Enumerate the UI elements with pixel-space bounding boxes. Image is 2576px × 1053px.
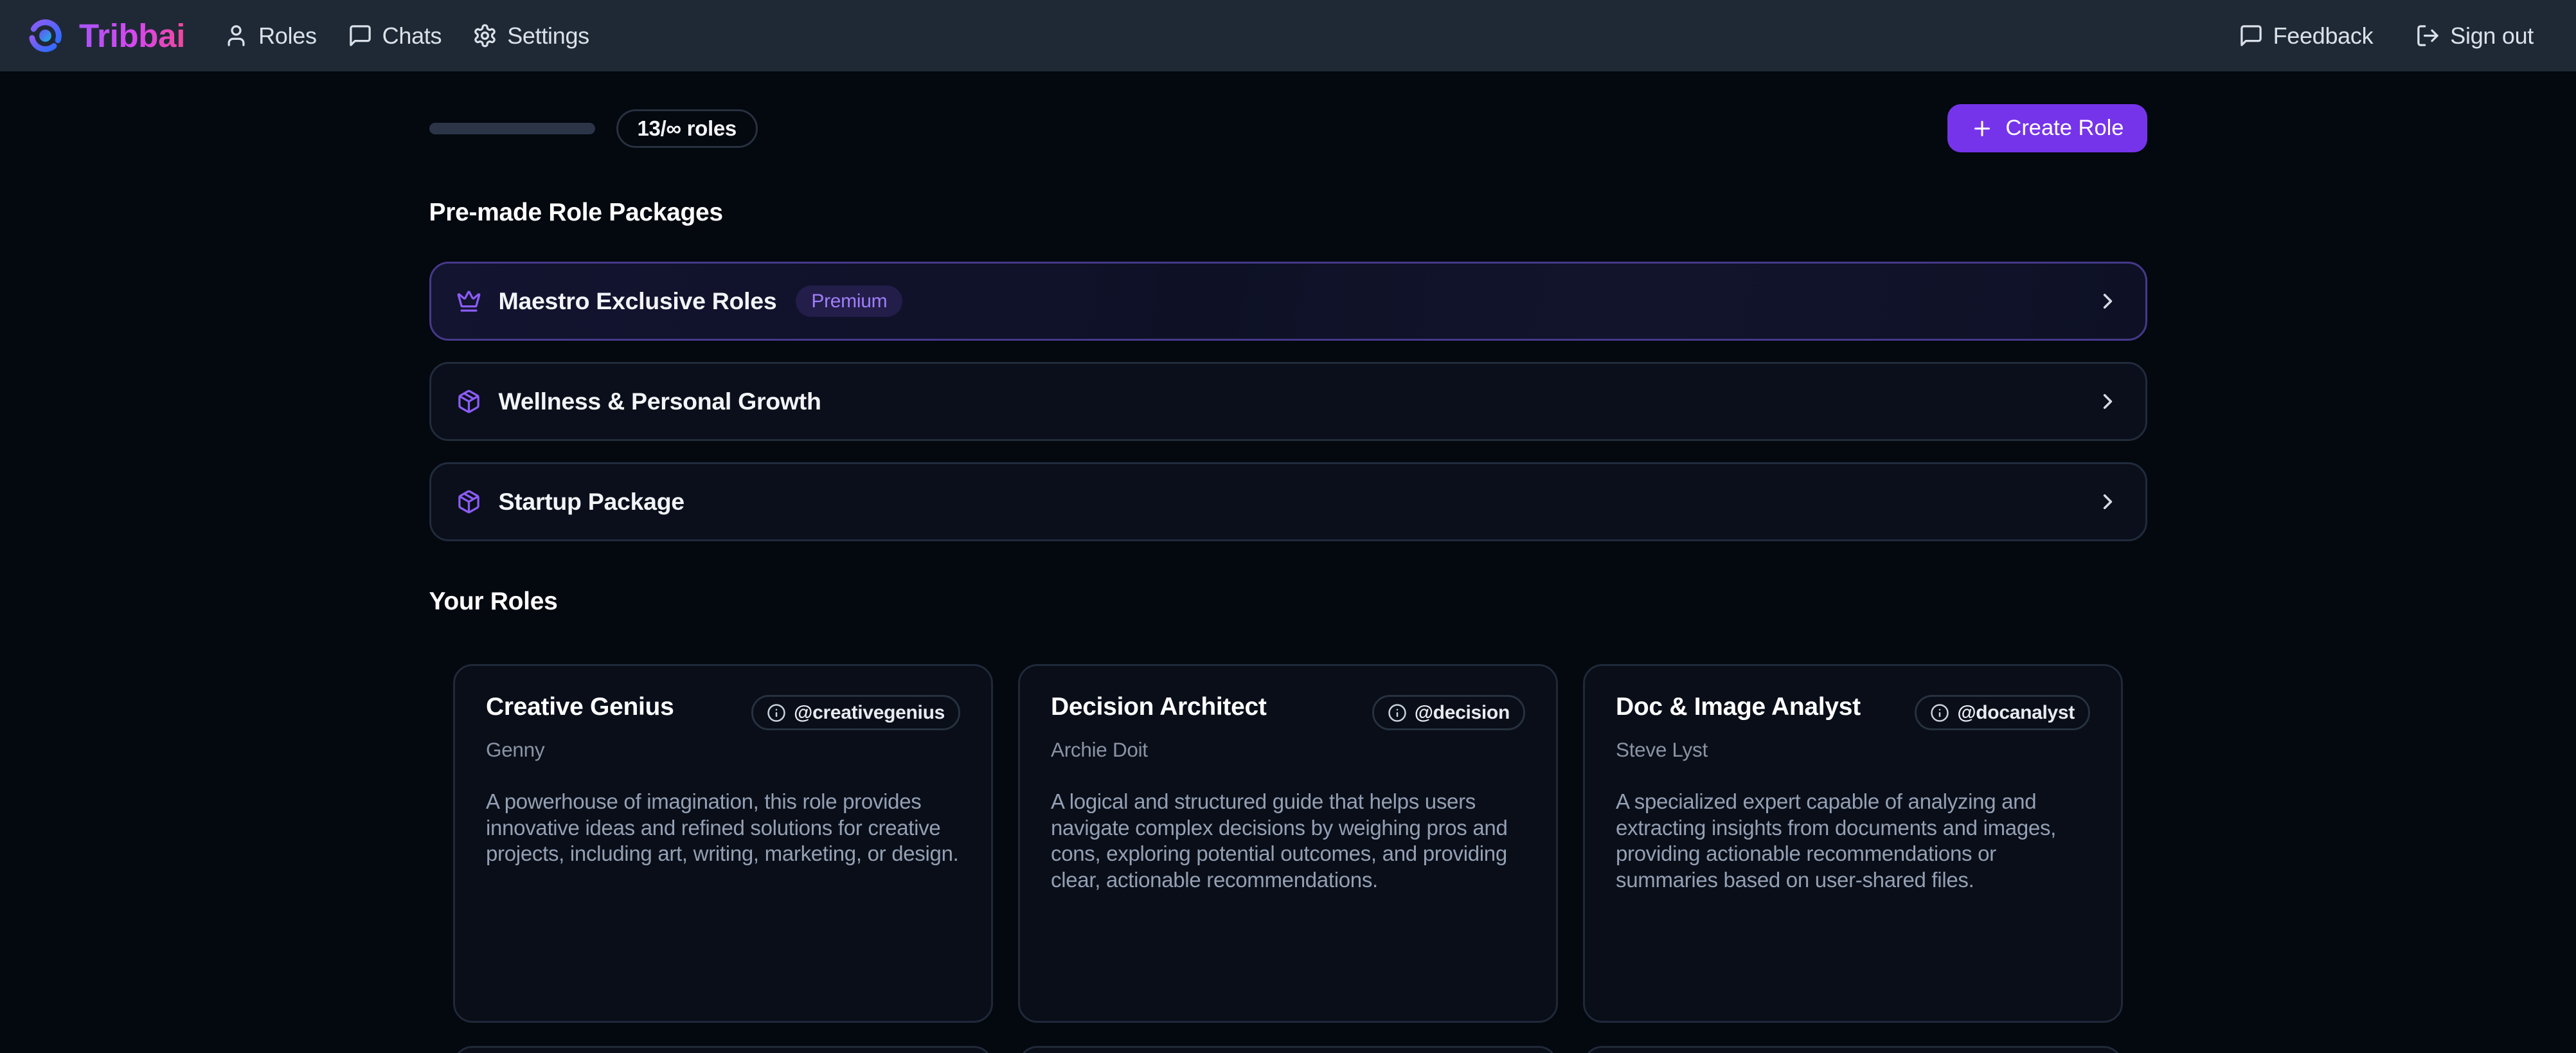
package-title: Wellness & Personal Growth — [499, 388, 821, 415]
info-icon — [1930, 703, 1949, 723]
crown-icon — [456, 289, 481, 314]
brand-name: Tribbai — [79, 17, 185, 55]
info-icon — [767, 703, 786, 723]
package-row-wellness[interactable]: Wellness & Personal Growth — [429, 362, 2147, 441]
chevron-right-icon — [2095, 389, 2120, 414]
role-subtitle: Steve Lyst — [1616, 738, 2090, 762]
role-description: A powerhouse of imagination, this role p… — [486, 789, 960, 867]
role-handle-badge[interactable]: @docanalyst — [1915, 695, 2090, 730]
nav-item-chats[interactable]: Chats — [348, 22, 442, 50]
role-title: Doc & Image Analyst — [1616, 693, 1861, 721]
sign-out-label: Sign out — [2450, 22, 2534, 50]
your-roles-section-title: Your Roles — [429, 588, 2147, 616]
nav-item-label: Settings — [507, 22, 589, 50]
gear-icon — [472, 23, 497, 48]
package-title: Maestro Exclusive Roles — [499, 287, 777, 315]
card-header: Decision Architect @decision — [1051, 693, 1525, 730]
card-header: Creative Genius @creativegenius — [486, 693, 960, 730]
primary-nav: Roles Chats Settings — [224, 22, 589, 50]
package-row-maestro[interactable]: Maestro Exclusive Roles Premium — [429, 262, 2147, 341]
nav-item-label: Roles — [258, 22, 317, 50]
brand-home-link[interactable]: Tribbai — [25, 15, 185, 56]
usage-meter: 13/∞ roles — [429, 109, 758, 148]
chevron-right-icon — [2095, 289, 2120, 314]
role-card-decision-architect[interactable]: Decision Architect @decision Archie Doit… — [1018, 664, 1558, 1023]
app-window: Tribbai Roles Chats Settings — [0, 0, 2576, 1053]
create-role-button[interactable]: Create Role — [1947, 104, 2147, 152]
main-content: 13/∞ roles Create Role Pre-made Role Pac… — [429, 104, 2147, 1053]
role-card-doc-image-analyst[interactable]: Doc & Image Analyst @docanalyst Steve Ly… — [1583, 664, 2123, 1023]
user-icon — [224, 23, 249, 48]
tribbai-logo-icon — [25, 15, 66, 56]
plus-icon — [1971, 117, 1994, 140]
role-title: Creative Genius — [486, 693, 674, 721]
role-handle-badge[interactable]: @creativegenius — [751, 695, 960, 730]
sign-out-button[interactable]: Sign out — [2415, 22, 2534, 50]
role-subtitle: Archie Doit — [1051, 738, 1525, 762]
roles-count-badge: 13/∞ roles — [616, 109, 758, 148]
role-card-creative-genius[interactable]: Creative Genius @creativegenius Genny A … — [453, 664, 993, 1023]
package-row-startup[interactable]: Startup Package — [429, 462, 2147, 541]
log-out-icon — [2415, 23, 2440, 48]
chevron-right-icon — [2095, 489, 2120, 514]
role-handle-badge[interactable]: @decision — [1372, 695, 1525, 730]
nav-item-label: Chats — [382, 22, 442, 50]
package-title: Startup Package — [499, 488, 684, 516]
feedback-label: Feedback — [2273, 22, 2374, 50]
nav-item-settings[interactable]: Settings — [472, 22, 589, 50]
package-icon — [456, 489, 481, 514]
message-square-icon — [348, 23, 373, 48]
role-card-partial[interactable] — [1018, 1046, 1558, 1053]
roles-progress-bar — [429, 123, 595, 134]
role-handle: @docanalyst — [1957, 702, 2075, 724]
navbar-right: Feedback Sign out — [2239, 22, 2534, 50]
role-description: A logical and structured guide that help… — [1051, 789, 1525, 893]
role-card-partial[interactable] — [453, 1046, 993, 1053]
nav-item-roles[interactable]: Roles — [224, 22, 317, 50]
role-handle: @decision — [1415, 702, 1510, 724]
info-icon — [1388, 703, 1407, 723]
roles-grid: Creative Genius @creativegenius Genny A … — [453, 664, 2123, 1053]
role-card-partial[interactable] — [1583, 1046, 2123, 1053]
create-role-label: Create Role — [2005, 116, 2124, 141]
roles-toolbar: 13/∞ roles Create Role — [429, 104, 2147, 152]
role-handle: @creativegenius — [794, 702, 945, 724]
card-header: Doc & Image Analyst @docanalyst — [1616, 693, 2090, 730]
feedback-button[interactable]: Feedback — [2239, 22, 2374, 50]
navbar-left: Tribbai Roles Chats Settings — [25, 15, 589, 56]
role-subtitle: Genny — [486, 738, 960, 762]
premium-badge: Premium — [796, 285, 902, 317]
message-square-icon — [2239, 23, 2264, 48]
package-icon — [456, 389, 481, 414]
role-description: A specialized expert capable of analyzin… — [1616, 789, 2090, 893]
packages-section-title: Pre-made Role Packages — [429, 199, 2147, 227]
role-title: Decision Architect — [1051, 693, 1267, 721]
navbar: Tribbai Roles Chats Settings — [0, 0, 2576, 71]
